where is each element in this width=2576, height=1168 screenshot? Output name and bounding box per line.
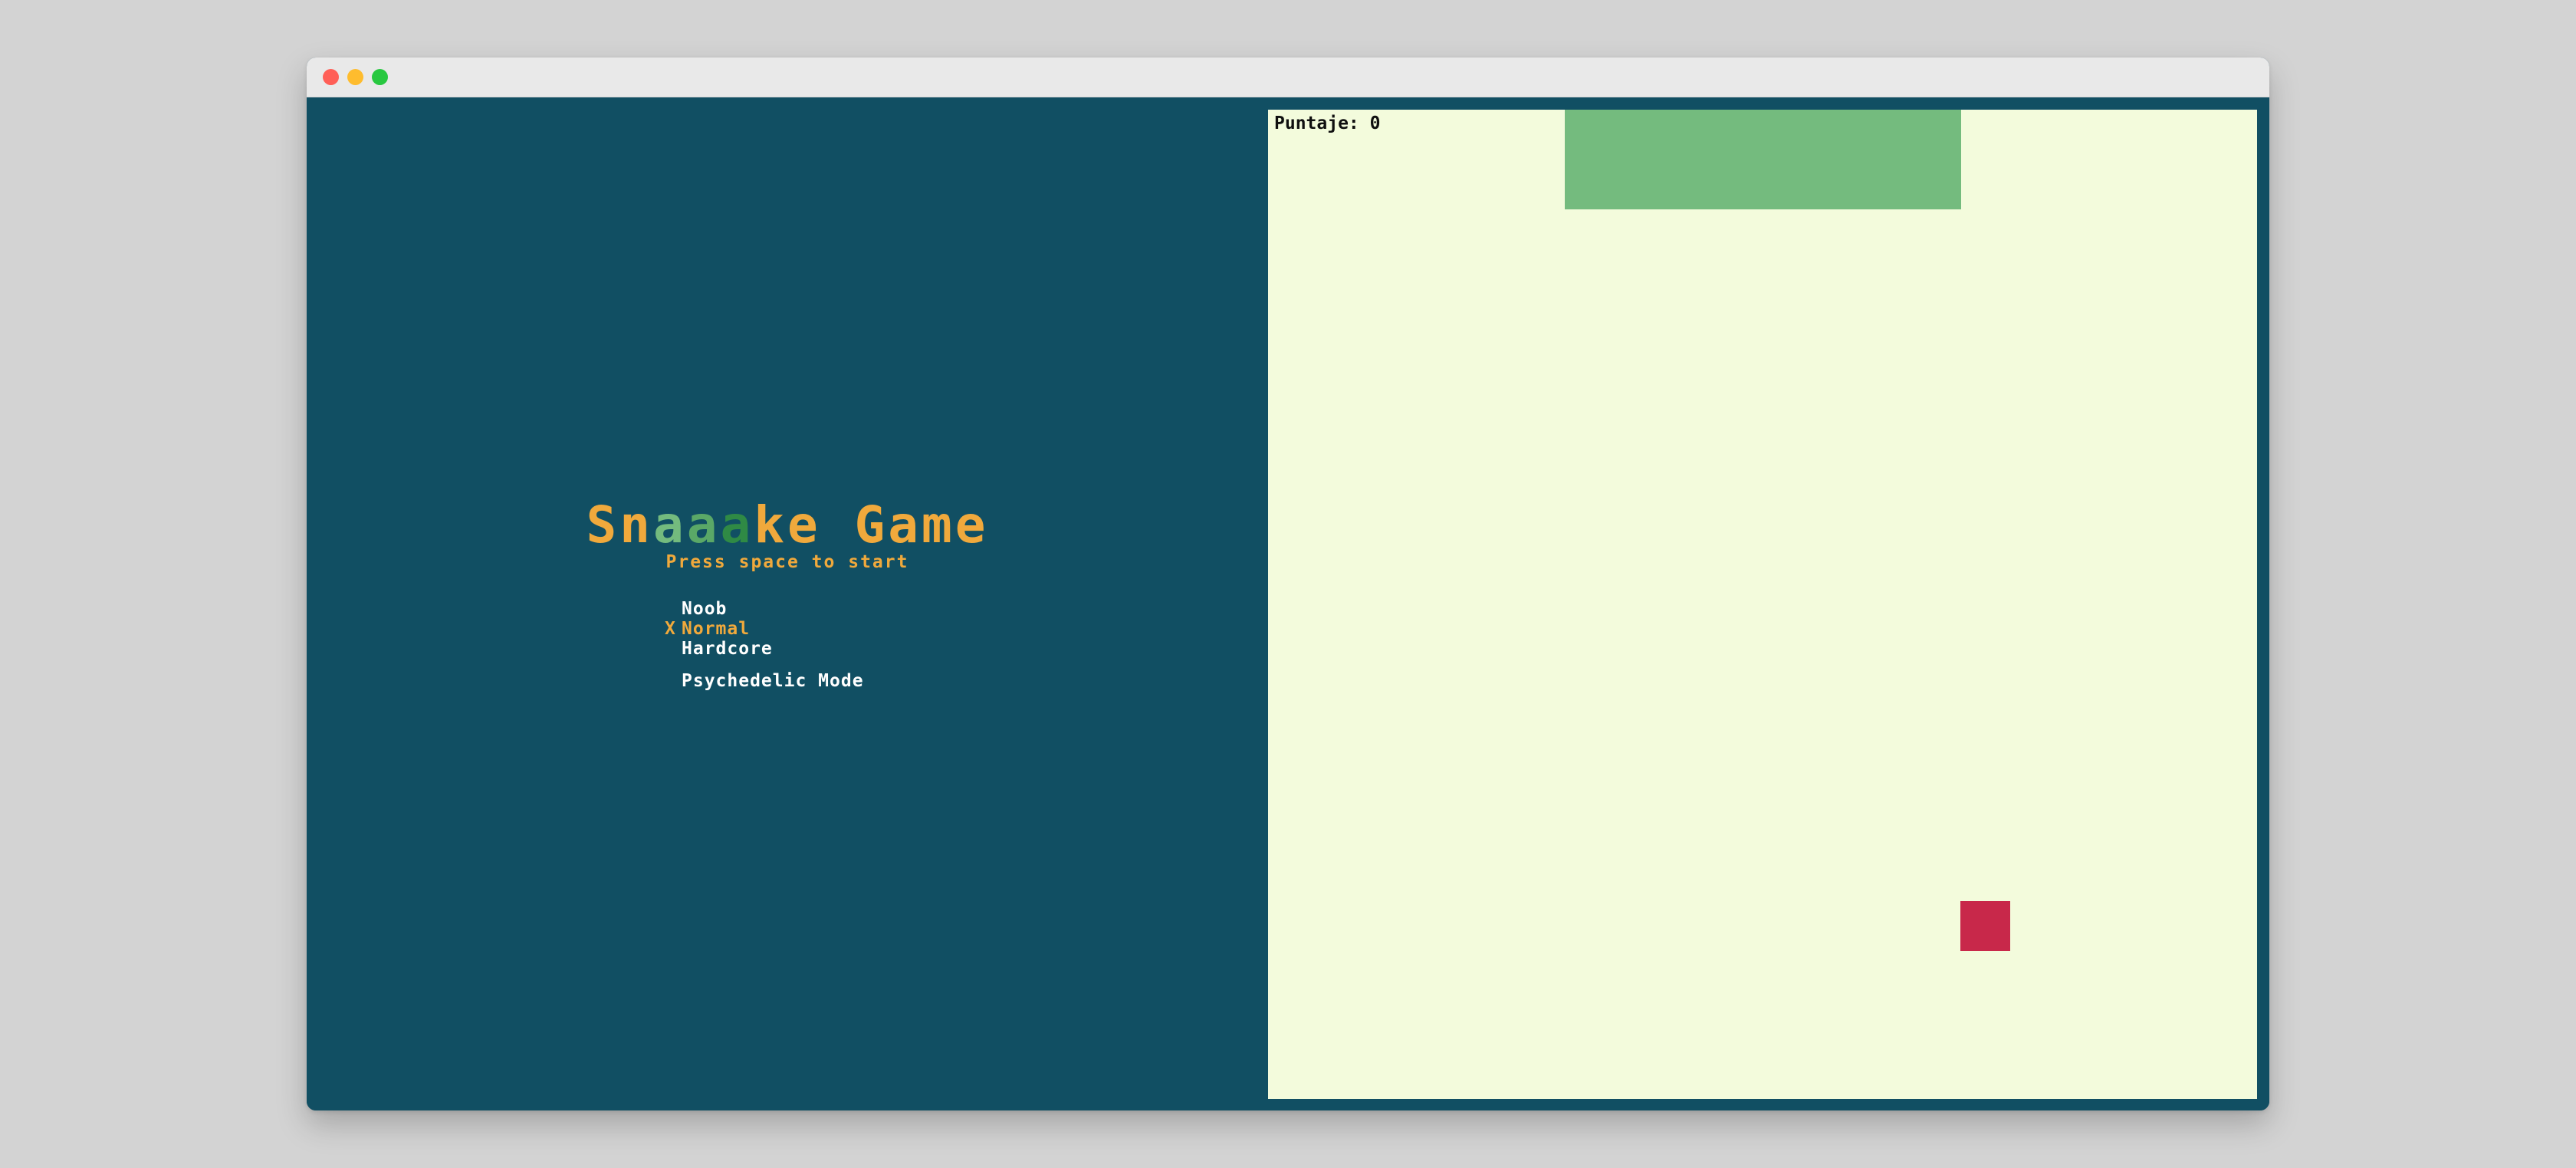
snake-segment [1911,159,1961,209]
title-letter: S [586,495,620,554]
title-letter: a [720,495,754,554]
snake-segment [1763,110,1812,160]
snake-segment [1861,110,1911,160]
snake-segment [1565,110,1615,160]
difficulty-option-noob[interactable]: Noob [682,598,727,620]
score-display: Puntaje: 0 [1274,113,1381,134]
snake-segment [1664,159,1714,209]
snake-segment [1565,159,1615,209]
title-letter: G [854,495,889,554]
game-board[interactable]: Puntaje: 0 [1268,110,2257,1099]
score-value: 0 [1369,114,1381,133]
start-menu: Snaaake Game Press space to start Noob X… [307,97,1268,1110]
snake-segment [1861,159,1911,209]
snake-segment [1812,110,1862,160]
browser-window: Snaaake Game Press space to start Noob X… [307,58,2269,1110]
title-letter: a [686,495,721,554]
snake-segment [1713,110,1763,160]
game-title: Snaaake Game [307,495,1268,556]
snake-segment [1614,159,1664,209]
title-letter [821,495,855,556]
window-titlebar [307,58,2269,97]
title-letter: e [787,495,821,554]
title-letter: a [653,495,687,554]
snake-segment [1763,159,1812,209]
difficulty-option-normal[interactable]: Normal [682,618,750,640]
game-page: Snaaake Game Press space to start Noob X… [307,97,2269,1110]
title-letter: n [619,495,653,554]
snake-segment [1664,110,1714,160]
snake-segment [1614,110,1664,160]
snake-segment [1911,110,1961,160]
snake-segment [1713,159,1763,209]
food [1960,901,2010,951]
title-letter: e [955,495,989,554]
title-letter: k [754,495,787,554]
start-instructions: Press space to start [665,552,909,572]
difficulty-option-hardcore[interactable]: Hardcore [682,638,773,660]
minimize-window-button[interactable] [347,69,363,85]
title-letter: m [922,495,955,554]
maximize-window-button[interactable] [372,69,388,85]
snake-segment [1812,159,1862,209]
close-window-button[interactable] [323,69,339,85]
psychedelic-mode-toggle[interactable]: Psychedelic Mode [682,670,864,692]
difficulty-normal-marker: X [665,619,675,639]
score-label: Puntaje: [1274,114,1359,133]
title-letter: a [888,495,922,554]
